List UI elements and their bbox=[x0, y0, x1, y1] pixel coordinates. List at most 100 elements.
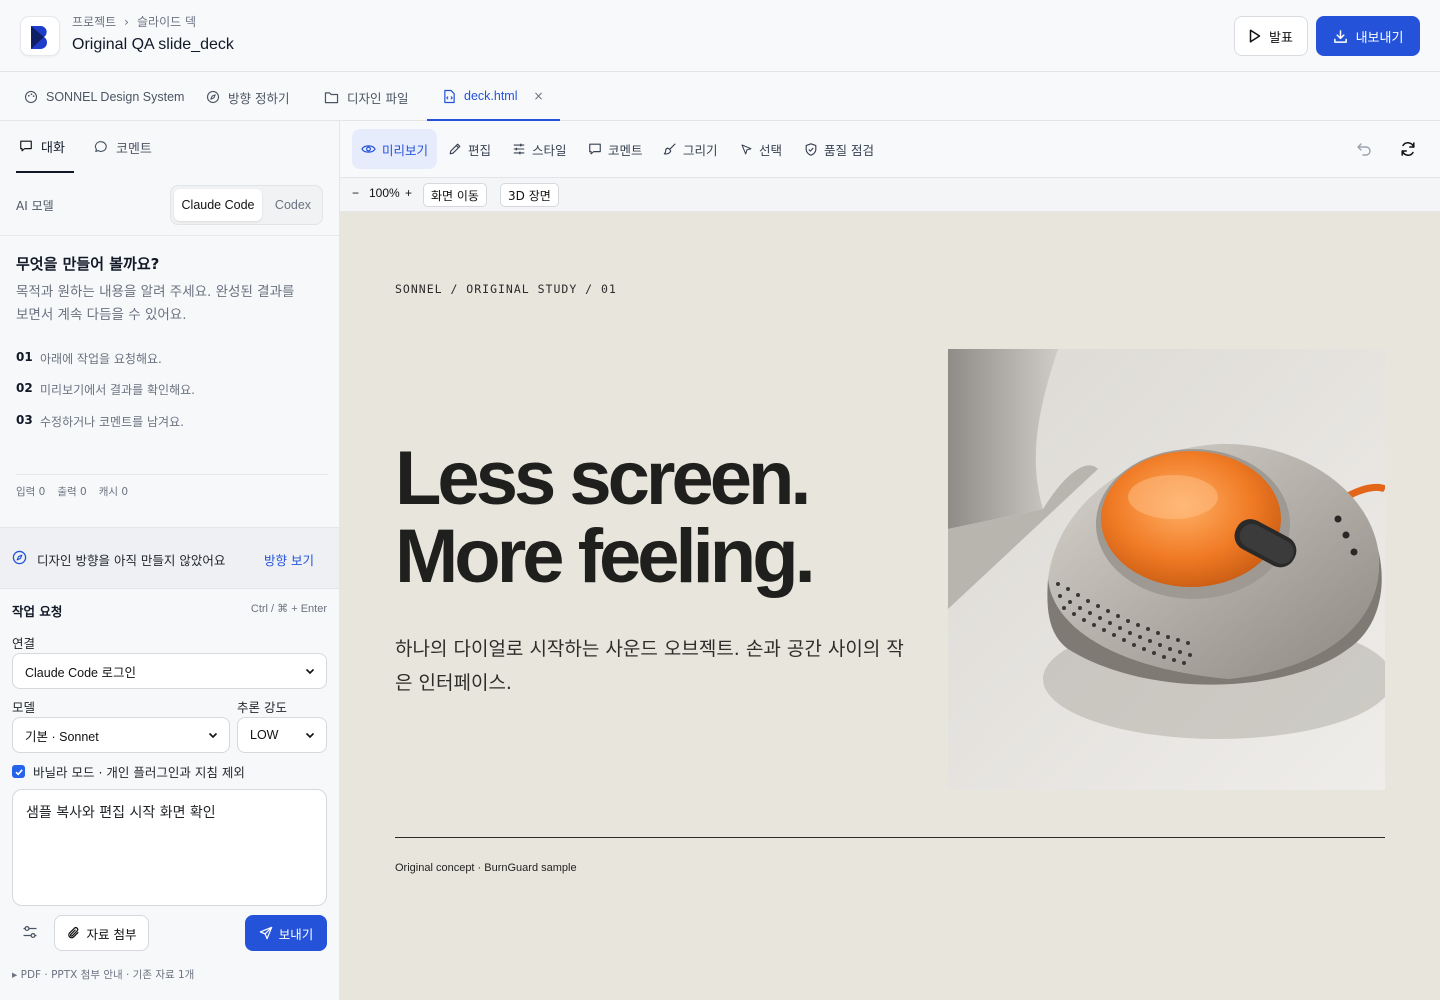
compass-icon bbox=[12, 550, 27, 565]
tool-label: 편집 bbox=[468, 142, 492, 158]
direction-notice-text: 디자인 방향을 아직 만들지 않았어요 bbox=[37, 553, 226, 568]
chevron-down-icon bbox=[305, 732, 315, 739]
attachment-hint[interactable]: ▸ PDF · PPTX 첨부 안내 · 기존 자료 1개 bbox=[12, 967, 194, 982]
settings-sliders-icon[interactable] bbox=[22, 924, 38, 940]
step-number: 01 bbox=[16, 350, 33, 364]
tab-label: 대화 bbox=[41, 140, 65, 156]
play-icon bbox=[1249, 29, 1261, 43]
tool-select[interactable]: 선택 bbox=[731, 129, 791, 169]
scene-3d-button[interactable]: 3D 장면 bbox=[500, 183, 559, 207]
step-number: 02 bbox=[16, 381, 33, 395]
breadcrumb-project[interactable]: 프로젝트 bbox=[72, 13, 116, 30]
tool-label: 선택 bbox=[759, 142, 783, 158]
zoom-in-button[interactable]: + bbox=[405, 186, 412, 200]
undo-icon[interactable] bbox=[1356, 141, 1372, 157]
slide-footer: Original concept · BurnGuard sample bbox=[395, 862, 577, 874]
cursor-icon bbox=[741, 144, 752, 154]
request-shortcut: Ctrl / ⌘ + Enter bbox=[250, 603, 327, 615]
slide-eyebrow: SONNEL / ORIGINAL STUDY / 01 bbox=[395, 282, 617, 296]
tab-design-files[interactable]: 디자인 파일 bbox=[324, 73, 408, 121]
tool-quality-check[interactable]: 품질 점검 bbox=[795, 129, 883, 169]
eye-icon bbox=[361, 145, 376, 153]
send-button[interactable]: 보내기 bbox=[245, 915, 327, 951]
present-button[interactable]: 발표 bbox=[1234, 16, 1308, 56]
download-icon bbox=[1333, 29, 1347, 43]
view-direction-link[interactable]: 방향 보기 bbox=[264, 550, 314, 569]
welcome-description: 목적과 원하는 내용을 알려 주세요. 완성된 결과를 보면서 계속 다듬을 수… bbox=[16, 284, 295, 323]
token-usage: 입력 0 출력 0 캐시 0 bbox=[16, 474, 328, 499]
pan-button[interactable]: 화면 이동 bbox=[423, 183, 487, 207]
chevron-down-icon bbox=[208, 732, 218, 739]
attach-label: 자료 첨부 bbox=[86, 926, 137, 942]
tab-direction[interactable]: 방향 정하기 bbox=[206, 73, 289, 121]
tab-deck-html[interactable]: deck.html × bbox=[427, 73, 560, 121]
breadcrumb-slide-deck[interactable]: 슬라이드 덱 bbox=[137, 13, 196, 30]
tool-style[interactable]: 스타일 bbox=[503, 129, 576, 169]
tab-comments[interactable]: 코멘트 bbox=[94, 121, 152, 173]
slide-headline: Less screen. More feeling. bbox=[395, 440, 816, 599]
breadcrumb-separator: › bbox=[124, 14, 129, 29]
tool-draw[interactable]: 그리기 bbox=[654, 129, 727, 169]
tab-label: 방향 정하기 bbox=[228, 90, 290, 106]
ai-model-label: AI 모델 bbox=[16, 199, 54, 213]
connection-value: Claude Code 로그인 bbox=[25, 665, 136, 680]
editor-toolbar: 미리보기 편집 스타일 코멘트 그리기 선택 품질 점검 bbox=[340, 121, 1440, 178]
tab-label: SONNEL Design System bbox=[46, 90, 185, 104]
close-tab-icon[interactable]: × bbox=[534, 89, 544, 103]
tool-comment[interactable]: 코멘트 bbox=[579, 129, 652, 169]
vanilla-mode-label: 바닐라 모드 · 개인 플러그인과 지침 제외 bbox=[33, 765, 245, 780]
tab-label: 디자인 파일 bbox=[347, 90, 409, 106]
ai-option-codex[interactable]: Codex bbox=[265, 189, 321, 221]
zoom-out-button[interactable]: − bbox=[352, 186, 359, 200]
comment-icon bbox=[589, 143, 601, 155]
file-tabs: SONNEL Design System 방향 정하기 디자인 파일 deck.… bbox=[0, 73, 1440, 121]
headline-line-2: More feeling. bbox=[395, 514, 816, 599]
model-value: 기본 · Sonnet bbox=[25, 729, 99, 744]
slide-canvas[interactable]: SONNEL / ORIGINAL STUDY / 01 Less screen… bbox=[340, 212, 1440, 1000]
request-title: 작업 요청 bbox=[12, 604, 63, 619]
send-icon bbox=[259, 926, 273, 940]
effort-value: LOW bbox=[250, 728, 279, 742]
page-title: Original QA slide_deck bbox=[72, 36, 234, 53]
step-text: 아래에 작업을 요청해요. bbox=[40, 352, 162, 366]
panel-tabs: 대화 코멘트 bbox=[0, 121, 340, 173]
brush-icon bbox=[663, 143, 676, 155]
step-text: 미리보기에서 결과를 확인해요. bbox=[40, 383, 195, 397]
step-text: 수정하거나 코멘트를 남겨요. bbox=[40, 415, 184, 429]
step-item: 02 미리보기에서 결과를 확인해요. bbox=[16, 381, 195, 398]
palette-icon bbox=[24, 90, 38, 104]
ai-option-claude-code[interactable]: Claude Code bbox=[174, 189, 262, 221]
code-file-icon bbox=[444, 89, 455, 103]
prompt-textarea[interactable]: 샘플 복사와 편집 시작 화면 확인 bbox=[12, 789, 327, 906]
step-number: 03 bbox=[16, 413, 33, 427]
zoom-bar: − 100% + 화면 이동 3D 장면 bbox=[340, 178, 1440, 212]
tool-preview[interactable]: 미리보기 bbox=[352, 129, 438, 169]
tab-design-system[interactable]: SONNEL Design System bbox=[24, 73, 184, 121]
tool-label: 미리보기 bbox=[382, 142, 429, 158]
refresh-icon[interactable] bbox=[1400, 141, 1416, 157]
effort-select[interactable]: LOW bbox=[237, 717, 327, 753]
comment-icon bbox=[94, 141, 107, 153]
model-label: 모델 bbox=[12, 700, 36, 715]
breadcrumb: 프로젝트 › 슬라이드 덱 bbox=[72, 13, 196, 30]
step-item: 01 아래에 작업을 요청해요. bbox=[16, 350, 162, 367]
tool-edit[interactable]: 편집 bbox=[439, 129, 500, 169]
tool-label: 품질 점검 bbox=[824, 142, 874, 158]
tool-label: 스타일 bbox=[532, 142, 567, 158]
shield-check-icon bbox=[805, 142, 817, 156]
present-label: 발표 bbox=[1269, 30, 1293, 46]
tab-chat[interactable]: 대화 bbox=[16, 121, 74, 173]
chat-icon bbox=[20, 140, 32, 152]
export-button[interactable]: 내보내기 bbox=[1316, 16, 1420, 56]
app-logo[interactable] bbox=[20, 16, 60, 56]
connection-select[interactable]: Claude Code 로그인 bbox=[12, 653, 327, 689]
checkbox-checked[interactable] bbox=[12, 765, 25, 778]
model-select[interactable]: 기본 · Sonnet bbox=[12, 717, 230, 753]
attach-button[interactable]: 자료 첨부 bbox=[54, 915, 149, 951]
product-photo bbox=[948, 349, 1385, 790]
vanilla-mode-checkbox[interactable]: 바닐라 모드 · 개인 플러그인과 지침 제외 bbox=[12, 762, 245, 781]
check-icon bbox=[14, 768, 23, 775]
sliders-icon bbox=[513, 143, 525, 155]
tool-label: 코멘트 bbox=[608, 142, 643, 158]
usage-cache: 캐시 0 bbox=[98, 486, 129, 498]
